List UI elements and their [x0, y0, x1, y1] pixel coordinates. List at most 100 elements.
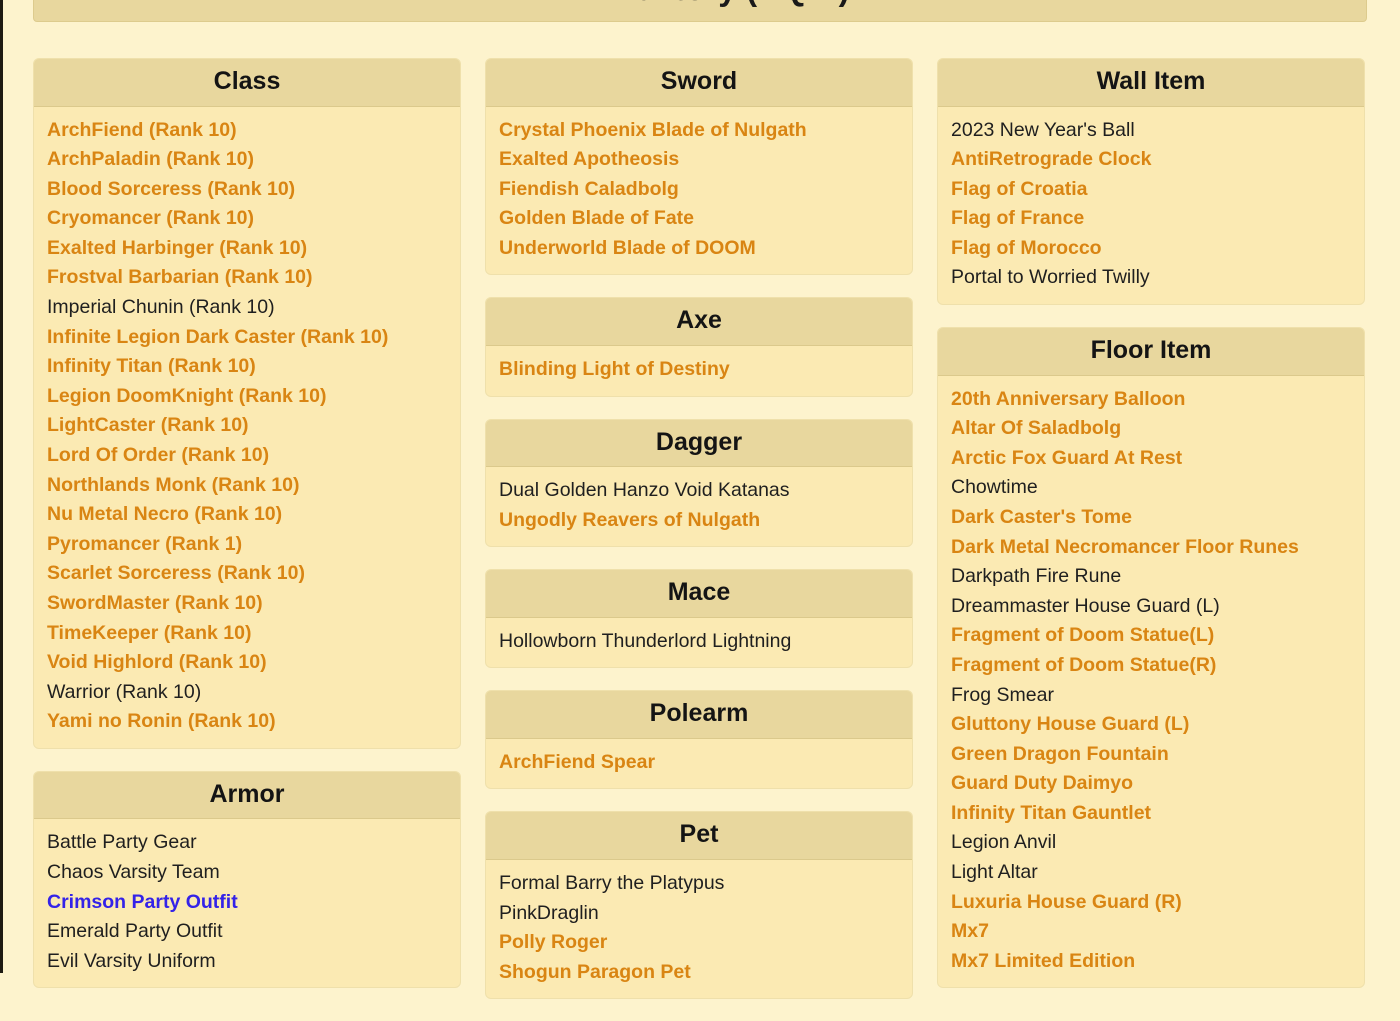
- item-link[interactable]: Exalted Apotheosis: [499, 145, 899, 175]
- card-sword: Sword Crystal Phoenix Blade of Nulgath Exa…: [485, 58, 913, 276]
- item-link[interactable]: Infinity Titan Gauntlet: [951, 799, 1351, 829]
- item-link[interactable]: Ungodly Reavers of Nulgath: [499, 506, 899, 536]
- item-link[interactable]: Dark Metal Necromancer Floor Runes: [951, 533, 1351, 563]
- item-label: Darkpath Fire Rune: [951, 565, 1122, 588]
- item-link[interactable]: Blood Sorceress (Rank 10): [47, 175, 447, 205]
- item-link[interactable]: Void Highlord (Rank 10): [47, 648, 447, 678]
- item-link[interactable]: Polly Roger: [499, 928, 899, 958]
- card-class: Class ArchFiend (Rank 10) ArchPaladin (Ran…: [33, 58, 461, 749]
- item-link[interactable]: Green Dragon Fountain: [951, 740, 1351, 770]
- card-axe: Axe Blinding Light of Destiny: [485, 297, 913, 397]
- item-label: PinkDraglin: [499, 901, 599, 924]
- item-label: Battle Party Gear: [47, 831, 197, 854]
- item-label: Warrior (Rank 10): [47, 680, 202, 703]
- inventory-page: ☰ Inventory (AQW) Class ArchFiend (Rank 1…: [0, 0, 1400, 1000]
- item-link[interactable]: Arctic Fox Guard At Rest: [951, 444, 1351, 474]
- inventory-icon: ☰: [550, 0, 574, 5]
- item-link[interactable]: Golden Blade of Fate: [499, 204, 899, 234]
- item-link[interactable]: Infinite Legion Dark Caster (Rank 10): [47, 323, 447, 353]
- item-link[interactable]: TimeKeeper (Rank 10): [47, 619, 447, 649]
- item-link[interactable]: Crystal Phoenix Blade of Nulgath: [499, 116, 899, 146]
- card-armor-body: Battle Party Gear Chaos Varsity Team Crims…: [34, 819, 460, 987]
- card-sword-header: Sword: [486, 59, 912, 107]
- item-link[interactable]: Infinity Titan (Rank 10): [47, 352, 447, 382]
- item-label: Portal to Worried Twilly: [951, 266, 1150, 289]
- item-link[interactable]: Scarlet Sorceress (Rank 10): [47, 559, 447, 589]
- item-label: Dreammaster House Guard (L): [951, 594, 1220, 617]
- item-link[interactable]: Frostval Barbarian (Rank 10): [47, 263, 447, 293]
- item-link[interactable]: Fragment of Doom Statue(R): [951, 651, 1351, 681]
- card-mace-header: Mace: [486, 570, 912, 618]
- item-link[interactable]: Altar Of Saladbolg: [951, 414, 1351, 444]
- card-mace-body: Hollowborn Thunderlord Lightning: [486, 618, 912, 668]
- column-left: Class ArchFiend (Rank 10) ArchPaladin (Ran…: [33, 58, 461, 1010]
- item-label: Imperial Chunin (Rank 10): [47, 296, 275, 319]
- card-polearm-header: Polearm: [486, 691, 912, 739]
- item-link[interactable]: Luxuria House Guard (R): [951, 888, 1351, 918]
- item-label: Frog Smear: [951, 683, 1054, 706]
- item-label: Legion Anvil: [951, 831, 1057, 854]
- item-link[interactable]: ArchFiend Spear: [499, 748, 899, 778]
- card-wall-item-header: Wall Item: [938, 59, 1364, 107]
- item-label: Formal Barry the Platypus: [499, 871, 725, 894]
- card-armor: Armor Battle Party Gear Chaos Varsity Team…: [33, 770, 461, 989]
- card-dagger-body: Dual Golden Hanzo Void Katanas Ungodly Re…: [486, 467, 912, 546]
- page-title-banner: ☰ Inventory (AQW): [33, 0, 1367, 22]
- item-label: Evil Varsity Uniform: [47, 949, 216, 972]
- item-link[interactable]: ArchPaladin (Rank 10): [47, 145, 447, 175]
- item-link[interactable]: Yami no Ronin (Rank 10): [47, 707, 447, 737]
- item-link[interactable]: Fiendish Caladbolg: [499, 175, 899, 205]
- item-link[interactable]: Nu Metal Necro (Rank 10): [47, 500, 447, 530]
- item-link[interactable]: 20th Anniversary Balloon: [951, 385, 1351, 415]
- column-middle: Sword Crystal Phoenix Blade of Nulgath Exa…: [485, 58, 913, 1021]
- item-link[interactable]: Blinding Light of Destiny: [499, 355, 899, 385]
- item-link[interactable]: Guard Duty Daimyo: [951, 769, 1351, 799]
- item-link[interactable]: SwordMaster (Rank 10): [47, 589, 447, 619]
- card-pet-body: Formal Barry the Platypus PinkDraglin Poll…: [486, 860, 912, 998]
- item-label: 2023 New Year's Ball: [951, 118, 1135, 141]
- item-link[interactable]: AntiRetrograde Clock: [951, 145, 1351, 175]
- card-axe-body: Blinding Light of Destiny: [486, 346, 912, 396]
- card-wall-item: Wall Item 2023 New Year's Ball AntiRetrogr…: [937, 58, 1365, 306]
- card-dagger: Dagger Dual Golden Hanzo Void Katanas Ungo…: [485, 418, 913, 548]
- item-link[interactable]: Crimson Party Outfit: [47, 888, 447, 918]
- item-link[interactable]: Underworld Blade of DOOM: [499, 234, 899, 264]
- item-label: Chowtime: [951, 476, 1038, 499]
- item-link[interactable]: Flag of Morocco: [951, 234, 1351, 264]
- card-pet-header: Pet: [486, 812, 912, 860]
- card-class-header: Class: [34, 59, 460, 107]
- card-dagger-header: Dagger: [486, 419, 912, 468]
- item-link[interactable]: Pyromancer (Rank 1): [47, 530, 447, 560]
- item-label: Chaos Varsity Team: [47, 861, 220, 884]
- item-link[interactable]: Flag of France: [951, 204, 1351, 234]
- card-wall-item-body: 2023 New Year's Ball AntiRetrograde Clock…: [938, 107, 1364, 305]
- item-link[interactable]: Exalted Harbinger (Rank 10): [47, 234, 447, 264]
- card-mace: Mace Hollowborn Thunderlord Lightning: [485, 569, 913, 669]
- page-title: Inventory (AQW): [586, 0, 849, 8]
- item-link[interactable]: Flag of Croatia: [951, 175, 1351, 205]
- viewport-left-edge: [0, 0, 3, 973]
- item-link[interactable]: Lord Of Order (Rank 10): [47, 441, 447, 471]
- item-label: Light Altar: [951, 861, 1038, 884]
- card-armor-header: Armor: [34, 771, 460, 820]
- card-axe-header: Axe: [486, 298, 912, 346]
- item-link[interactable]: Northlands Monk (Rank 10): [47, 471, 447, 501]
- card-pet: Pet Formal Barry the Platypus PinkDraglin P…: [485, 811, 913, 1000]
- item-label: Hollowborn Thunderlord Lightning: [499, 629, 792, 652]
- item-link[interactable]: Dark Caster's Tome: [951, 503, 1351, 533]
- card-floor-item-body: 20th Anniversary Balloon Altar Of Saladbo…: [938, 376, 1364, 988]
- card-floor-item: Floor Item 20th Anniversary Balloon Altar …: [937, 327, 1365, 989]
- item-link[interactable]: Mx7 Limited Edition: [951, 947, 1351, 977]
- card-floor-item-header: Floor Item: [938, 328, 1364, 376]
- item-label: Dual Golden Hanzo Void Katanas: [499, 479, 790, 502]
- item-label: Emerald Party Outfit: [47, 920, 223, 943]
- item-link[interactable]: Gluttony House Guard (L): [951, 710, 1351, 740]
- item-link[interactable]: Mx7: [951, 917, 1351, 947]
- item-link[interactable]: ArchFiend (Rank 10): [47, 116, 447, 146]
- item-link[interactable]: Fragment of Doom Statue(L): [951, 621, 1351, 651]
- column-right: Wall Item 2023 New Year's Ball AntiRetrogr…: [937, 58, 1365, 1010]
- card-polearm-body: ArchFiend Spear: [486, 739, 912, 789]
- item-link[interactable]: Legion DoomKnight (Rank 10): [47, 382, 447, 412]
- item-link[interactable]: LightCaster (Rank 10): [47, 411, 447, 441]
- item-link[interactable]: Cryomancer (Rank 10): [47, 204, 447, 234]
